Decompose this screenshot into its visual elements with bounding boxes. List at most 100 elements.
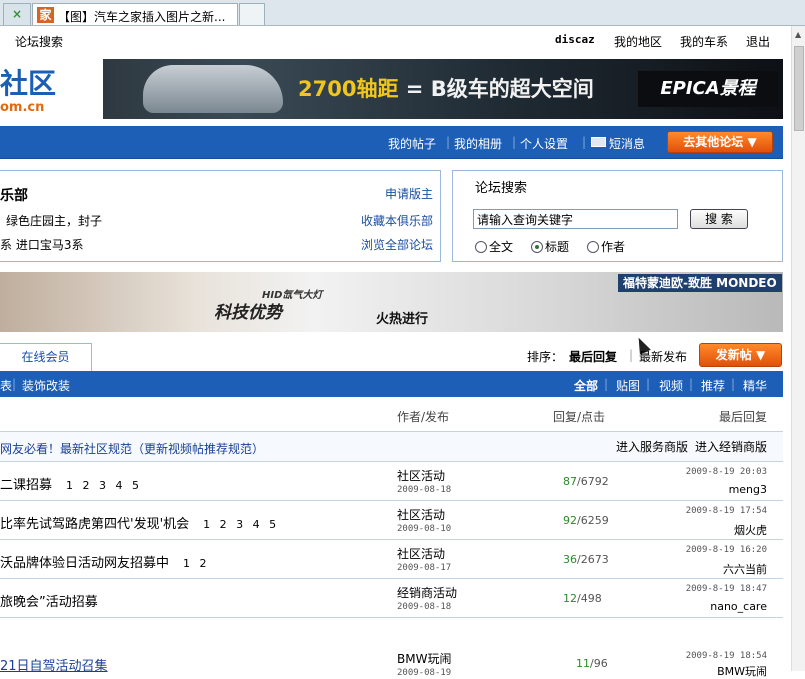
- thread-counts: 12/498: [563, 592, 602, 605]
- ad-headline: 科技优势: [214, 303, 282, 323]
- mondeo-ad-banner[interactable]: HID氙气大灯 科技优势 火热进行 福特蒙迪欧-致胜 MONDEO: [0, 272, 783, 332]
- club-name: 乐部: [0, 188, 28, 204]
- filter-divider: |: [12, 377, 17, 391]
- my-album-link[interactable]: 我的相册: [454, 135, 502, 152]
- table-row: 旅晚会”活动招募 经销商活动 2009-08-18 12/498 2009-8-…: [0, 580, 783, 618]
- close-tab-button[interactable]: ×: [3, 3, 31, 25]
- last-reply-user[interactable]: BMW玩闹: [717, 663, 767, 679]
- thread-counts: 11/96: [576, 657, 608, 670]
- close-icon[interactable]: ×: [12, 7, 22, 21]
- thread-title[interactable]: 沃品牌体验日活动网友招募中 1 2: [0, 552, 210, 571]
- last-reply-time: 2009-8-19 16:20: [685, 545, 767, 555]
- envelope-icon: [591, 137, 606, 147]
- thread-category[interactable]: 社区活动: [397, 545, 445, 562]
- new-post-button[interactable]: 发新帖 ▼: [699, 343, 782, 367]
- sort-divider: |: [629, 348, 634, 362]
- filter-divider: |: [646, 377, 651, 391]
- apply-moderator-link[interactable]: 申请版主: [385, 185, 433, 202]
- my-posts-link[interactable]: 我的帖子: [388, 135, 436, 152]
- dealer-forum-link[interactable]: 进入经销商版: [695, 438, 767, 455]
- browse-all-forums-link[interactable]: 浏览全部论坛: [361, 236, 433, 253]
- radio-circle-selected[interactable]: [531, 241, 543, 253]
- club-car-series: 系 进口宝马3系: [0, 238, 84, 252]
- filter-partial[interactable]: 表: [0, 377, 12, 394]
- sort-last-reply[interactable]: 最后回复: [569, 348, 617, 365]
- table-row: 沃品牌体验日活动网友招募中 1 2 社区活动 2009-08-17 36/2673…: [0, 541, 783, 579]
- active-tab[interactable]: 家 【图】汽车之家插入图片之新...: [32, 3, 238, 25]
- logout-link[interactable]: 退出: [746, 33, 770, 50]
- radio-label: 标题: [545, 240, 570, 254]
- tab-title: 【图】汽车之家插入图片之新...: [58, 10, 226, 24]
- top-banner-ad[interactable]: 2700轴距 = B级车的超大空间 EPICA景程: [103, 59, 783, 119]
- service-forum-link[interactable]: 进入服务商版: [616, 438, 688, 455]
- table-row: 二课招募 1 2 3 4 5 社区活动 2009-08-18 87/6792 20…: [0, 463, 783, 501]
- username-link[interactable]: discaz: [555, 33, 595, 46]
- radio-circle[interactable]: [475, 241, 487, 253]
- thread-title[interactable]: 二课招募 1 2 3 4 5: [0, 474, 142, 493]
- thread-counts: 87/6792: [563, 475, 609, 488]
- last-reply-time: 2009-8-19 18:47: [685, 584, 767, 594]
- vertical-scrollbar[interactable]: ▲: [791, 26, 805, 671]
- last-reply-user[interactable]: nano_care: [710, 600, 767, 613]
- other-forums-button[interactable]: 去其他论坛 ▼: [667, 131, 773, 153]
- my-region-link[interactable]: 我的地区: [614, 33, 662, 50]
- thread-category[interactable]: 社区活动: [397, 467, 445, 484]
- search-button[interactable]: 搜 索: [690, 209, 748, 229]
- ad-hot: 火热进行: [376, 312, 429, 327]
- banner-brand-logo: EPICA景程: [638, 71, 778, 107]
- last-reply-user[interactable]: meng3: [729, 483, 767, 496]
- radio-title[interactable]: 标题: [531, 238, 569, 255]
- site-logo[interactable]: 社区: [0, 62, 56, 102]
- user-nav-bar: 我的帖子 | 我的相册 | 个人设置 | 短消息 去其他论坛 ▼: [0, 126, 783, 159]
- thread-pages[interactable]: 1 2: [183, 557, 210, 570]
- thread-title[interactable]: 21日自驾活动召集: [0, 655, 108, 674]
- filter-divider: |: [731, 377, 736, 391]
- col-author: 作者/发布: [397, 410, 450, 424]
- thread-date: 2009-08-10: [397, 524, 452, 534]
- table-row: 比率先试驾路虎第四代'发现'机会 1 2 3 4 5 社区活动 2009-08-1…: [0, 502, 783, 540]
- sort-new-post[interactable]: 最新发布: [639, 348, 687, 365]
- radio-circle[interactable]: [587, 241, 599, 253]
- thread-counts: 36/2673: [563, 553, 609, 566]
- settings-link[interactable]: 个人设置: [520, 135, 568, 152]
- messages-link[interactable]: 短消息: [609, 135, 645, 152]
- car-image: [143, 65, 283, 113]
- filter-decor[interactable]: 装饰改装: [22, 377, 70, 394]
- last-reply-user[interactable]: 烟火虎: [734, 522, 767, 538]
- filter-video[interactable]: 视频: [659, 377, 683, 394]
- col-last-reply: 最后回复: [719, 410, 768, 424]
- forum-search-link[interactable]: 论坛搜索: [15, 33, 63, 50]
- thread-pages[interactable]: 1 2 3 4 5: [66, 479, 142, 492]
- nav-divider: |: [582, 135, 587, 149]
- radio-label: 全文: [489, 240, 514, 254]
- last-reply-time: 2009-8-19 17:54: [685, 506, 767, 516]
- radio-fulltext[interactable]: 全文: [475, 238, 513, 255]
- notice-link[interactable]: 网友必看！最新社区规范（更新视频帖推荐规范）: [0, 440, 264, 457]
- scrollbar-thumb[interactable]: [794, 46, 804, 131]
- ad-brand: 福特蒙迪欧-致胜 MONDEO: [618, 274, 782, 292]
- filter-recommend[interactable]: 推荐: [701, 377, 725, 394]
- thread-title[interactable]: 比率先试驾路虎第四代'发现'机会 1 2 3 4 5: [0, 513, 279, 532]
- filter-bar: 表 | 装饰改装 全部 | 贴图 | 视频 | 推荐 | 精华: [0, 371, 783, 397]
- banner-text: 2700轴距 = B级车的超大空间: [298, 73, 594, 103]
- browser-tab-bar: × 家 【图】汽车之家插入图片之新...: [0, 0, 805, 26]
- filter-image[interactable]: 贴图: [616, 377, 640, 394]
- favorite-club-link[interactable]: 收藏本俱乐部: [361, 212, 433, 229]
- thread-category[interactable]: BMW玩闹: [397, 650, 451, 667]
- thread-category[interactable]: 经销商活动: [397, 584, 457, 601]
- banner-slogan: B级车的超大空间: [430, 77, 594, 101]
- favicon-icon: 家: [37, 7, 54, 23]
- scroll-up-icon[interactable]: ▲: [795, 30, 801, 39]
- search-input[interactable]: [473, 209, 678, 229]
- thread-pages[interactable]: 1 2 3 4 5: [203, 518, 279, 531]
- thread-category[interactable]: 社区活动: [397, 506, 445, 523]
- radio-author[interactable]: 作者: [587, 238, 625, 255]
- filter-all[interactable]: 全部: [574, 377, 598, 394]
- last-reply-user[interactable]: 六六当前: [723, 561, 767, 577]
- tab-online-members[interactable]: 在线会员: [0, 343, 92, 371]
- my-car-link[interactable]: 我的车系: [680, 33, 728, 50]
- nav-divider: |: [446, 135, 451, 149]
- thread-title[interactable]: 旅晚会”活动招募: [0, 591, 112, 610]
- filter-elite[interactable]: 精华: [743, 377, 767, 394]
- new-tab-button[interactable]: [239, 3, 265, 25]
